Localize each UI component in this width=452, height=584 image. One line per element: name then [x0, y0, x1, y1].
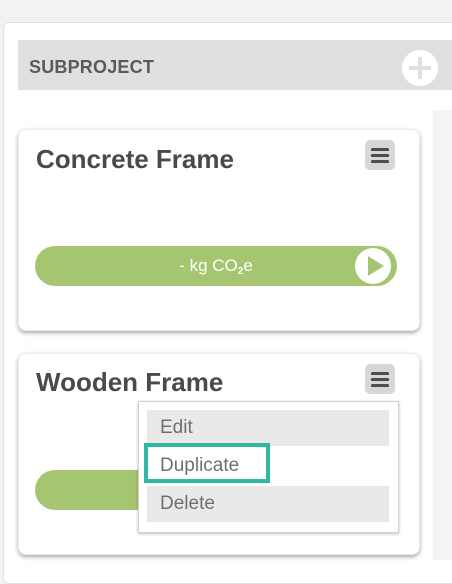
menu-item-label: Delete — [160, 493, 215, 514]
add-subproject-plus-icon[interactable] — [402, 50, 438, 86]
card-title: Wooden Frame — [36, 367, 224, 397]
scrollbar-track[interactable] — [433, 110, 452, 560]
co2-prefix: - kg CO — [179, 256, 238, 275]
menu-item-delete[interactable]: Delete — [147, 486, 389, 522]
subproject-card-concrete-frame[interactable]: Concrete Frame - kg CO2e — [18, 129, 420, 331]
subproject-header: SUBPROJECT — [18, 40, 452, 90]
hamburger-menu-icon[interactable] — [365, 364, 395, 394]
play-icon[interactable] — [355, 248, 391, 284]
menu-item-edit[interactable]: Edit — [147, 410, 389, 446]
hamburger-menu-icon[interactable] — [365, 140, 395, 170]
highlight-box — [144, 443, 270, 483]
card-title: Concrete Frame — [36, 144, 234, 174]
co2-suffix: e — [243, 256, 253, 275]
co2-value-label: - kg CO2e — [35, 256, 397, 277]
co2-subscript: 2 — [237, 266, 244, 277]
menu-item-label: Edit — [160, 417, 193, 438]
co2-result-bar[interactable]: - kg CO2e — [35, 246, 397, 286]
subproject-title: SUBPROJECT — [29, 57, 155, 77]
